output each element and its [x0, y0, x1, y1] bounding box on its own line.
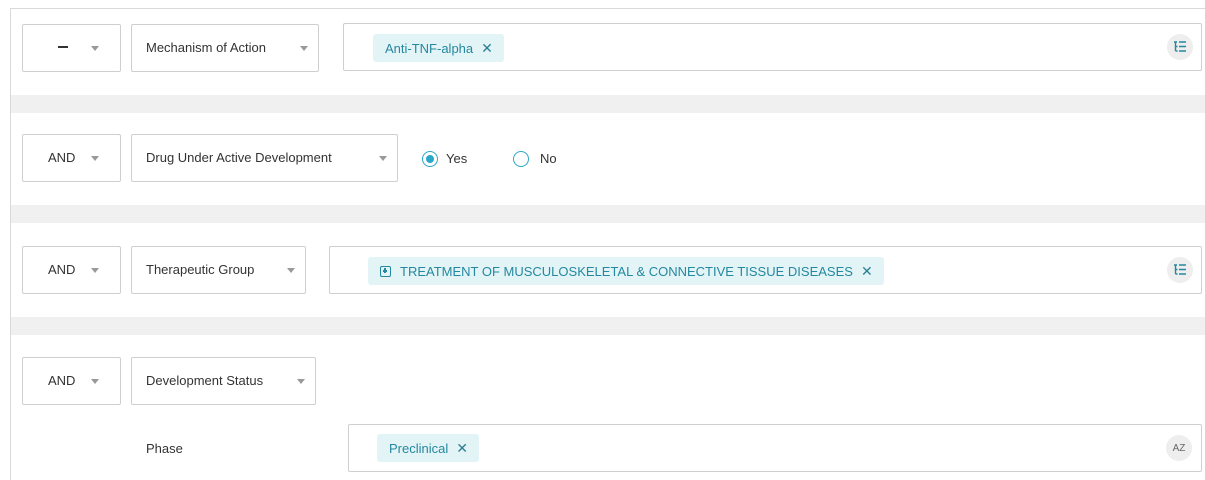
field-label: Therapeutic Group [146, 262, 255, 277]
operator-label: AND [48, 262, 76, 277]
filter-chip: Preclinical ✕ [377, 434, 479, 462]
chevron-down-icon [287, 268, 295, 273]
field-dropdown-4[interactable]: Development Status [131, 357, 316, 405]
operator-dropdown-3[interactable]: AND [22, 246, 121, 294]
phase-label: Phase [146, 441, 183, 456]
filter-chip: Anti-TNF-alpha ✕ [373, 34, 504, 62]
field-label: Development Status [146, 373, 264, 388]
sort-az-icon[interactable]: AZ [1166, 435, 1192, 461]
operator-label: AND [48, 150, 76, 165]
operator-dropdown-2[interactable]: AND [22, 134, 121, 182]
chevron-down-icon [300, 46, 308, 51]
operator-dropdown-4[interactable]: AND [22, 357, 121, 405]
yes-radio[interactable] [422, 151, 438, 167]
chevron-down-icon [91, 379, 99, 384]
close-icon[interactable]: ✕ [861, 263, 873, 280]
phase-input[interactable]: Preclinical ✕ AZ [348, 424, 1202, 472]
close-icon[interactable]: ✕ [481, 40, 493, 57]
chevron-down-icon [379, 156, 387, 161]
chevron-down-icon [91, 268, 99, 273]
value-input-3[interactable]: TREATMENT OF MUSCULOSKELETAL & CONNECTIV… [329, 246, 1202, 294]
operator-label: AND [48, 373, 76, 388]
chevron-down-icon [91, 156, 99, 161]
operator-dropdown-1[interactable] [22, 24, 121, 72]
tree-list-icon[interactable] [1167, 257, 1193, 283]
yes-label: Yes [446, 151, 468, 166]
tree-list-icon[interactable] [1167, 34, 1193, 60]
chip-label: Preclinical [389, 440, 449, 456]
close-icon[interactable]: ✕ [456, 440, 468, 457]
chip-label: Anti-TNF-alpha [385, 40, 474, 56]
filter-chip: TREATMENT OF MUSCULOSKELETAL & CONNECTIV… [368, 257, 884, 285]
row-separator [11, 205, 1205, 223]
field-label: Mechanism of Action [146, 40, 266, 55]
value-input-1[interactable]: Anti-TNF-alpha ✕ [343, 23, 1202, 71]
chevron-down-icon [297, 379, 305, 384]
field-label: Drug Under Active Development [146, 150, 332, 165]
field-dropdown-2[interactable]: Drug Under Active Development [131, 134, 398, 182]
query-builder-panel [10, 8, 1205, 480]
row-separator [11, 317, 1205, 335]
field-dropdown-3[interactable]: Therapeutic Group [131, 246, 306, 294]
no-label: No [540, 151, 557, 166]
row-separator [11, 95, 1205, 113]
chip-label: TREATMENT OF MUSCULOSKELETAL & CONNECTIV… [400, 263, 853, 279]
field-dropdown-1[interactable]: Mechanism of Action [131, 24, 319, 72]
expand-plus-icon[interactable] [380, 265, 391, 277]
chevron-down-icon [91, 46, 99, 51]
operator-dash [58, 46, 68, 48]
no-radio[interactable] [513, 151, 529, 167]
